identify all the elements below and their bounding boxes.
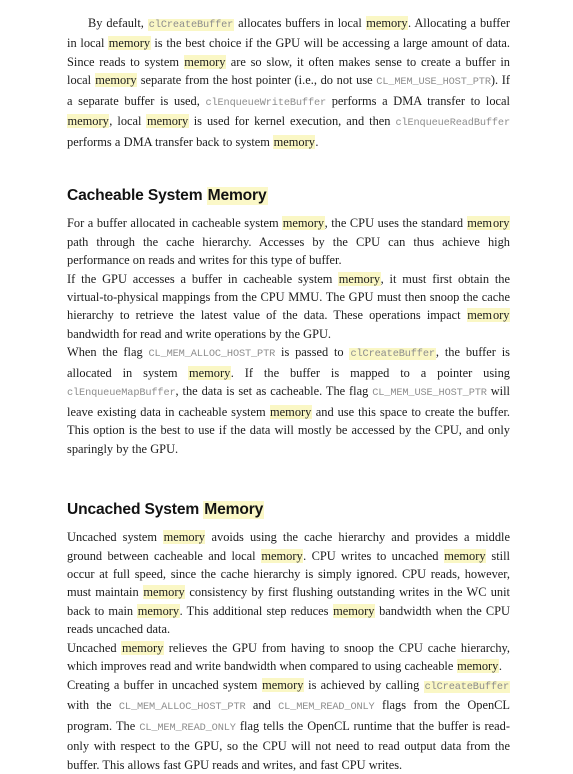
document-page: By default, clCreateBuffer allocates buf… (0, 0, 573, 772)
highlight-memory: memory (260, 548, 304, 563)
paragraph-6-text: Uncached memory relieves the GPU from ha… (67, 640, 511, 674)
code-token-clenqueuewritebuffer: clEnqueueWriteBuffer (205, 96, 327, 109)
code-token-clenqueuereadbuffer: clEnqueueReadBuffer (395, 117, 510, 130)
text-column: By default, clCreateBuffer allocates buf… (67, 14, 510, 774)
highlight-memory: memory (188, 365, 231, 380)
code-token-clcreatebuffer: clCreateBuffer (423, 680, 510, 693)
section-heading-2-highlight: Memory (203, 501, 265, 520)
paragraph-5-text: Uncached system memory avoids using the … (67, 530, 510, 637)
highlight-memory-cont: ory (492, 216, 511, 231)
paragraph-5: Uncached system memory avoids using the … (67, 528, 510, 639)
highlight-memory: memory (261, 677, 304, 692)
highlight-memory: memory (273, 134, 316, 149)
highlight-memory: mem (466, 308, 493, 323)
code-token-clcreatebuffer: clCreateBuffer (349, 348, 436, 361)
highlight-memory: memory (443, 548, 487, 563)
highlight-memory: memory (163, 530, 206, 545)
section-heading-1-plain: Cacheable System (67, 187, 207, 205)
highlight-memory: memory (456, 659, 499, 674)
code-token-clcreatebuffer: clCreateBuffer (147, 19, 235, 31)
paragraph-3-text: If the GPU accesses a buffer in cacheabl… (67, 271, 511, 341)
highlight-memory: memory (269, 404, 312, 419)
code-token-cl-mem-read-only: CL_MEM_READ_ONLY (278, 701, 375, 714)
code-token-cl-mem-use-host-ptr: CL_MEM_USE_HOST_PTR (376, 76, 491, 89)
code-token-cl-mem-alloc-host-ptr: CL_MEM_ALLOC_HOST_PTR (148, 348, 276, 361)
code-token-clenqueuemapbuffer: clEnqueueMapBuffer (67, 387, 176, 400)
paragraph-4: When the flag CL_MEM_ALLOC_HOST_PTR is p… (67, 343, 510, 458)
highlight-memory-cont: ory (492, 308, 510, 323)
highlight-memory: memory (137, 603, 180, 618)
paragraph-1-text: By default, clCreateBuffer allocates buf… (67, 16, 511, 149)
code-token-cl-mem-read-only: CL_MEM_READ_ONLY (139, 721, 236, 734)
paragraph-4-text: When the flag CL_MEM_ALLOC_HOST_PTR is p… (67, 345, 510, 456)
paragraph-7-text: Creating a buffer in uncached system mem… (67, 677, 510, 772)
paragraph-7: Creating a buffer in uncached system mem… (67, 676, 510, 774)
section-heading-2-plain: Uncached System (67, 501, 204, 519)
highlight-memory: mem (466, 216, 493, 231)
paragraph-2-text: For a buffer allocated in cacheable syst… (67, 216, 511, 268)
code-token-cl-mem-alloc-host-ptr: CL_MEM_ALLOC_HOST_PTR (118, 701, 246, 714)
highlight-memory: memory (332, 603, 375, 618)
code-token-cl-mem-use-host-ptr: CL_MEM_USE_HOST_PTR (372, 387, 487, 400)
paragraph-2: For a buffer allocated in cacheable syst… (67, 214, 511, 269)
highlight-memory: memory (282, 216, 325, 231)
paragraph-6: Uncached memory relieves the GPU from ha… (67, 639, 510, 676)
highlight-memory: memory (338, 271, 381, 286)
highlight-memory: memory (142, 585, 186, 600)
highlight-memory: memory (183, 54, 226, 69)
highlight-memory: memory (94, 73, 138, 88)
highlight-memory: memory (365, 16, 409, 30)
paragraph-3: If the GPU accesses a buffer in cacheabl… (67, 270, 510, 344)
highlight-memory: memory (67, 114, 110, 129)
highlight-memory: memory (121, 640, 164, 655)
section-heading-uncached-system-memory: Uncached System Memory (67, 501, 510, 520)
section-heading-1-highlight: Memory (206, 187, 268, 206)
highlight-memory: memory (108, 36, 151, 51)
section-heading-cacheable-system-memory: Cacheable System Memory (67, 187, 510, 206)
paragraph-1: By default, clCreateBuffer allocates buf… (67, 14, 510, 151)
highlight-memory: memory (146, 114, 189, 129)
